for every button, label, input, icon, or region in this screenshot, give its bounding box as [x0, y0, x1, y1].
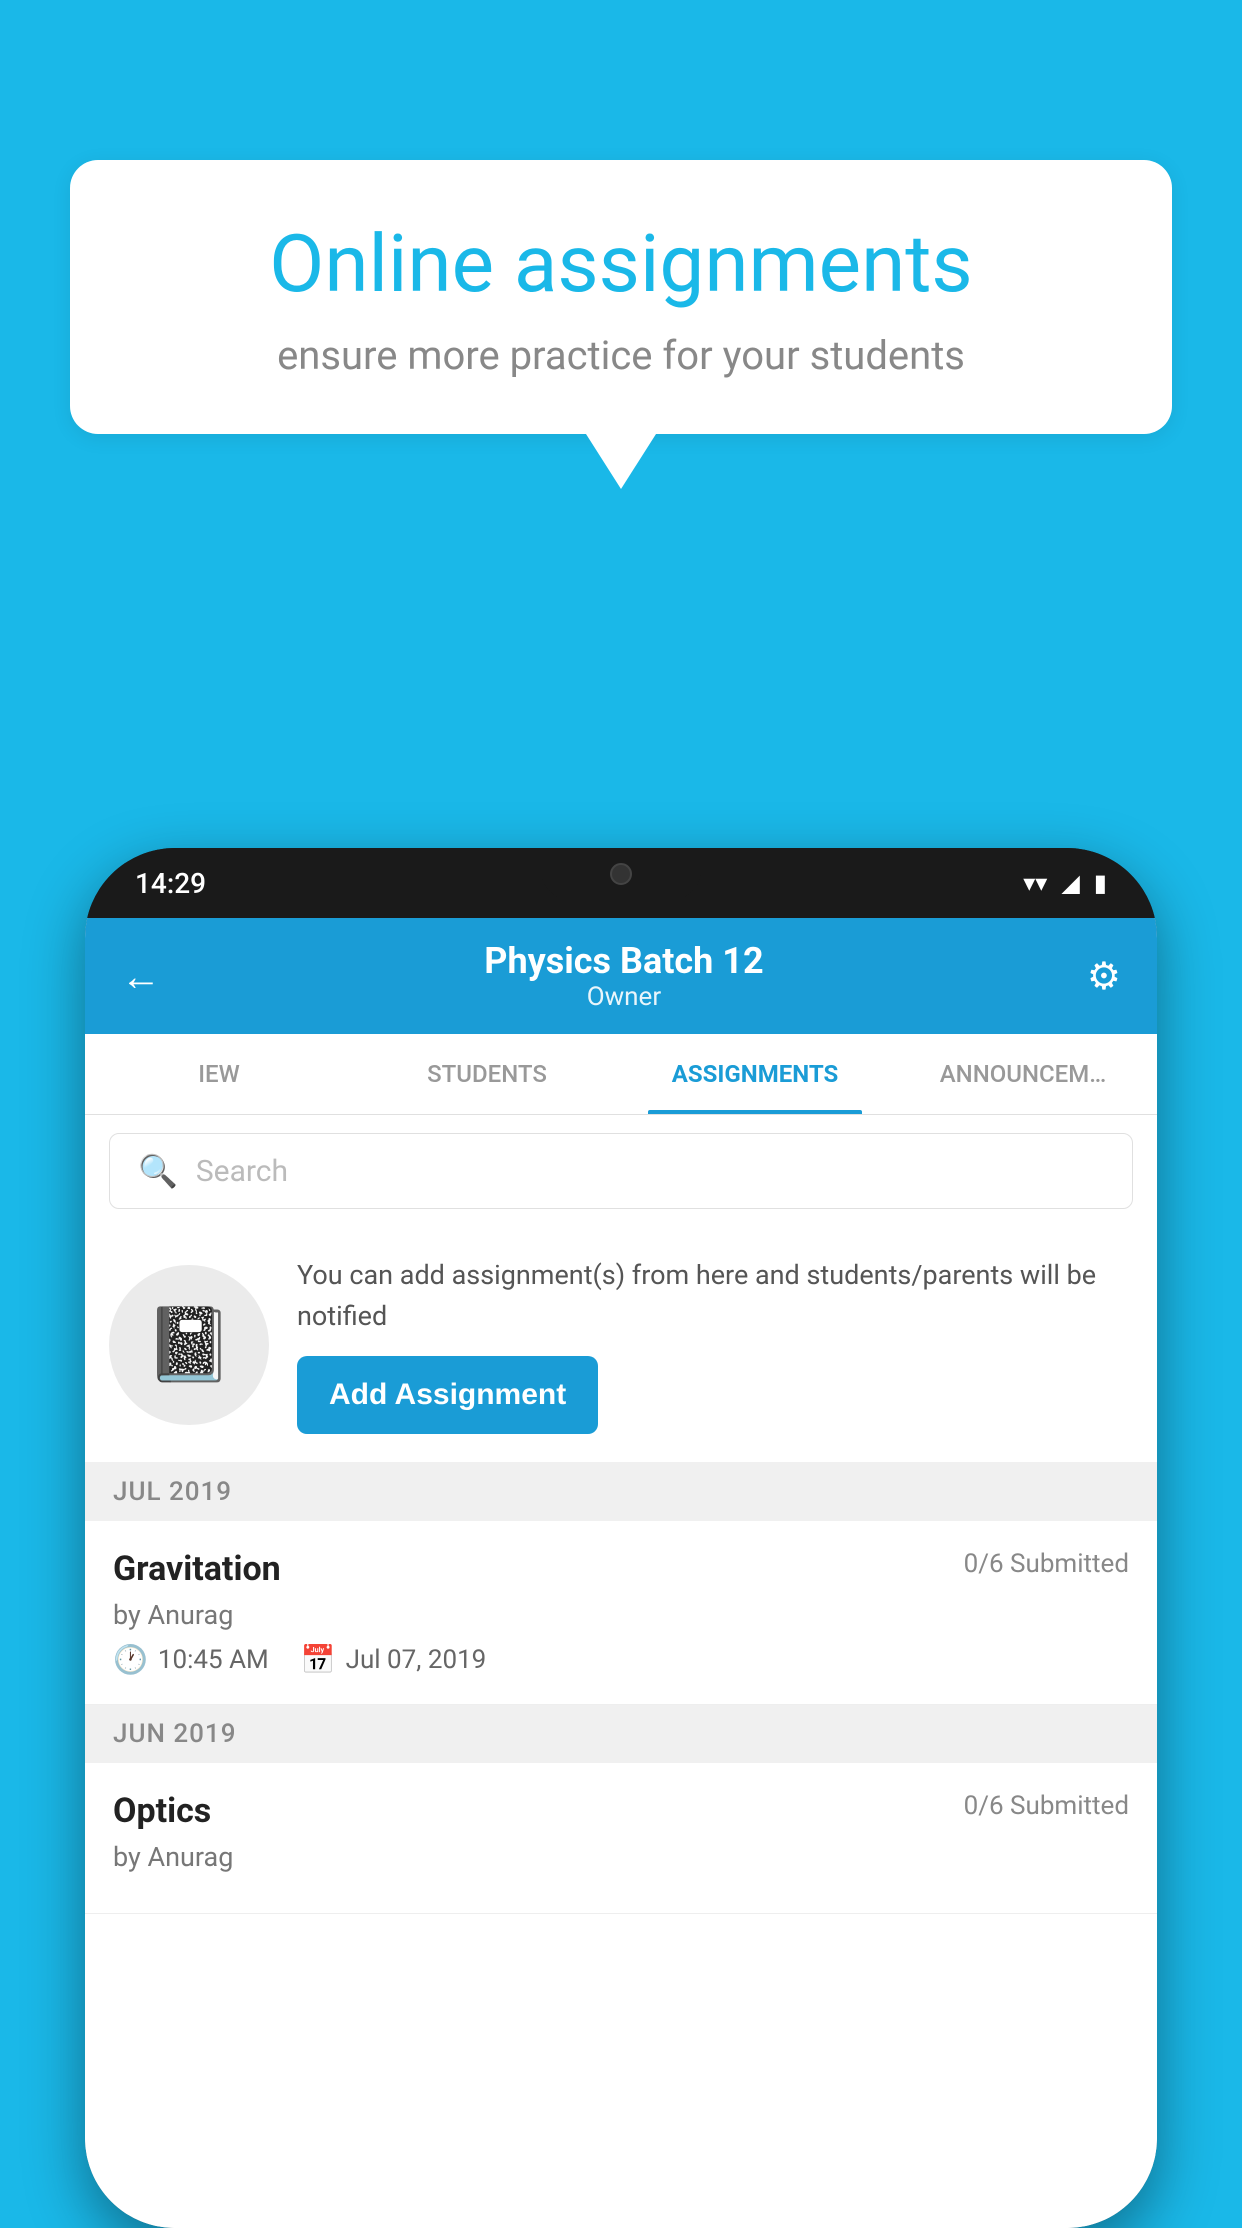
- speech-bubble-wrapper: Online assignments ensure more practice …: [70, 160, 1172, 489]
- month-divider-jun: JUN 2019: [85, 1705, 1157, 1763]
- assignment-time-value: 10:45 AM: [158, 1645, 269, 1675]
- assignment-by: by Anurag: [113, 1599, 1129, 1631]
- tab-students[interactable]: STUDENTS: [353, 1034, 621, 1114]
- battery-icon: ▮: [1094, 869, 1107, 897]
- promo-right: You can add assignment(s) from here and …: [297, 1255, 1133, 1434]
- camera-dot: [610, 863, 632, 885]
- tab-iew[interactable]: IEW: [85, 1034, 353, 1114]
- settings-icon[interactable]: ⚙: [1087, 954, 1121, 999]
- speech-bubble: Online assignments ensure more practice …: [70, 160, 1172, 434]
- promo-icon-circle: 📓: [109, 1265, 269, 1425]
- assignment-title-optics: Optics: [113, 1791, 211, 1831]
- promo-block: 📓 You can add assignment(s) from here an…: [85, 1227, 1157, 1463]
- assignment-time: 🕐 10:45 AM: [113, 1643, 269, 1676]
- app-bar: ← Physics Batch 12 Owner ⚙: [85, 918, 1157, 1034]
- search-bar[interactable]: 🔍 Search: [109, 1133, 1133, 1209]
- assignment-date: 📅 Jul 07, 2019: [301, 1643, 487, 1676]
- assignment-submitted: 0/6 Submitted: [964, 1549, 1129, 1579]
- promo-description: You can add assignment(s) from here and …: [297, 1255, 1133, 1336]
- app-bar-subtitle: Owner: [484, 982, 763, 1012]
- wifi-icon: ▾▾: [1023, 869, 1047, 897]
- assignment-header: Gravitation 0/6 Submitted: [113, 1549, 1129, 1589]
- status-bar: 14:29 ▾▾ ◢ ▮: [85, 848, 1157, 918]
- assignment-header-optics: Optics 0/6 Submitted: [113, 1791, 1129, 1831]
- tab-assignments[interactable]: ASSIGNMENTS: [621, 1034, 889, 1114]
- assignment-meta: 🕐 10:45 AM 📅 Jul 07, 2019: [113, 1643, 1129, 1676]
- tabs-bar: IEW STUDENTS ASSIGNMENTS ANNOUNCEM…: [85, 1034, 1157, 1115]
- phone-screen: ← Physics Batch 12 Owner ⚙ IEW STUDENTS …: [85, 918, 1157, 2228]
- notebook-icon: 📓: [144, 1302, 234, 1387]
- back-button[interactable]: ←: [121, 953, 161, 1000]
- notch: [541, 848, 701, 900]
- phone-frame: 14:29 ▾▾ ◢ ▮ ← Physics Batch 12 Owner ⚙ …: [85, 848, 1157, 2228]
- signal-icon: ◢: [1061, 869, 1079, 897]
- screen-content: 🔍 Search 📓 You can add assignment(s) fro…: [85, 1115, 1157, 2228]
- assignment-date-value: Jul 07, 2019: [346, 1645, 487, 1675]
- add-assignment-button[interactable]: Add Assignment: [297, 1356, 598, 1434]
- assignment-submitted-optics: 0/6 Submitted: [964, 1791, 1129, 1821]
- assignment-item-optics[interactable]: Optics 0/6 Submitted by Anurag: [85, 1763, 1157, 1914]
- search-placeholder: Search: [196, 1154, 288, 1189]
- assignment-item-gravitation[interactable]: Gravitation 0/6 Submitted by Anurag 🕐 10…: [85, 1521, 1157, 1705]
- bubble-title: Online assignments: [140, 220, 1102, 308]
- assignment-title: Gravitation: [113, 1549, 281, 1589]
- status-icons: ▾▾ ◢ ▮: [1023, 869, 1107, 897]
- search-bar-wrapper: 🔍 Search: [85, 1115, 1157, 1227]
- app-bar-title: Physics Batch 12: [484, 940, 763, 982]
- status-time: 14:29: [135, 867, 206, 900]
- app-bar-center: Physics Batch 12 Owner: [484, 940, 763, 1012]
- month-divider-jul: JUL 2019: [85, 1463, 1157, 1521]
- calendar-icon: 📅: [301, 1643, 336, 1676]
- assignment-by-optics: by Anurag: [113, 1841, 1129, 1873]
- bubble-subtitle: ensure more practice for your students: [140, 332, 1102, 379]
- tab-announcements[interactable]: ANNOUNCEM…: [889, 1034, 1157, 1114]
- search-icon: 🔍: [138, 1152, 178, 1190]
- clock-icon: 🕐: [113, 1643, 148, 1676]
- speech-bubble-tail: [586, 434, 656, 489]
